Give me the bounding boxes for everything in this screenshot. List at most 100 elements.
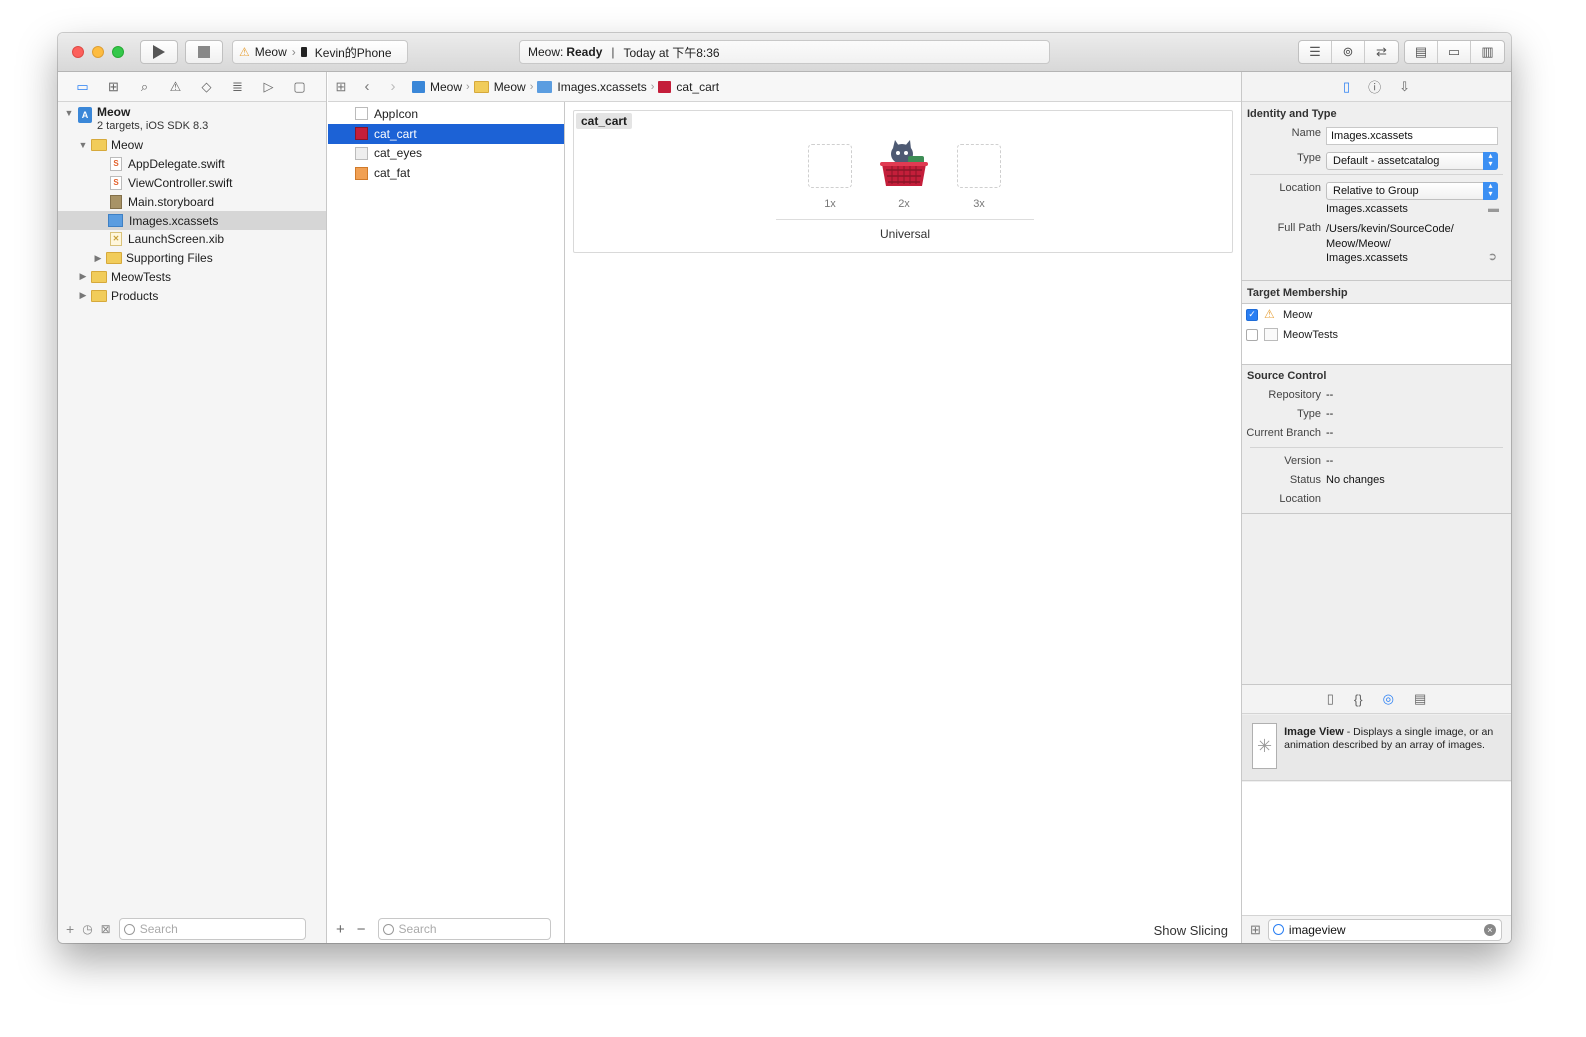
crumb-catalog[interactable]: Images.xcassets — [557, 80, 646, 94]
reveal-in-finder-icon[interactable]: ➲ — [1488, 250, 1497, 265]
breakpoint-navigator-tab-icon[interactable]: ▷ — [260, 79, 277, 95]
disclosure-closed-icon[interactable]: ▶ — [78, 271, 88, 282]
project-navigator-tab-icon[interactable]: ▭ — [74, 79, 91, 95]
asset-row-cat-fat[interactable]: cat_fat — [328, 163, 564, 183]
remove-icon[interactable]: − — [357, 921, 366, 938]
clear-search-icon[interactable]: × — [1483, 923, 1496, 936]
tree-row-viewcontroller[interactable]: S ViewController.swift — [58, 174, 326, 193]
file-inspector-tab-icon[interactable]: ▯ — [1343, 79, 1350, 95]
swift-file-icon: S — [110, 175, 122, 190]
code-snippet-library-icon[interactable]: {} — [1354, 692, 1363, 707]
tree-row-products[interactable]: ▶ Products — [58, 286, 326, 305]
tree-label: MeowTests — [111, 269, 172, 284]
version-editor-button[interactable]: ⇄ — [1365, 41, 1398, 63]
image-slot-2x[interactable] — [878, 140, 930, 192]
toggle-utilities-button[interactable]: ▥ — [1471, 41, 1504, 63]
tree-row-meow-group[interactable]: ▼ Meow — [58, 136, 326, 155]
asset-filter-placeholder: Search — [398, 922, 437, 936]
activity-app: Meow: — [528, 45, 564, 59]
crumb-group[interactable]: Meow — [494, 80, 526, 94]
folder-reveal-icon[interactable]: ▬ — [1488, 203, 1499, 215]
library-item-image-view[interactable]: ✳ Image View - Displays a single image, … — [1242, 715, 1511, 781]
asset-filter-field[interactable]: Search — [377, 918, 551, 940]
disclosure-open-icon[interactable]: ▼ — [78, 140, 88, 150]
activity-status: Ready — [566, 45, 603, 59]
asset-catalog-icon — [537, 80, 553, 93]
stop-icon — [198, 46, 210, 58]
checkbox-checked[interactable]: ✓ — [1246, 308, 1258, 321]
image-slot-3x[interactable] — [957, 144, 1001, 188]
library-filter-field[interactable]: imageview × — [1267, 918, 1502, 941]
location-popup[interactable]: Relative to Group ▴ ▾ — [1326, 182, 1498, 200]
forward-arrow-icon[interactable]: › — [380, 78, 406, 95]
debug-navigator-tab-icon[interactable]: ≣ — [229, 79, 246, 95]
stop-button[interactable] — [185, 40, 223, 64]
run-button[interactable] — [140, 40, 178, 64]
view-toggle-control: ▤ ▭ ▥ — [1404, 40, 1505, 64]
close-window-button[interactable] — [72, 46, 84, 58]
chevron-right-icon: › — [650, 80, 655, 93]
slot-label-3x: 3x — [973, 198, 985, 210]
toggle-debug-area-button[interactable]: ▭ — [1438, 41, 1471, 63]
file-template-library-icon[interactable]: ▯ — [1327, 691, 1334, 707]
type-popup[interactable]: Default - assetcatalog ▴ ▾ — [1326, 152, 1498, 170]
image-set-icon — [658, 80, 672, 93]
project-row[interactable]: ▼ A Meow 2 targets, iOS SDK 8.3 — [58, 103, 326, 136]
disclosure-closed-icon[interactable]: ▶ — [93, 253, 103, 264]
grid-view-toggle-icon[interactable]: ⊞ — [1250, 922, 1261, 938]
name-field[interactable]: Images.xcassets — [1326, 127, 1498, 145]
scm-filter-icon[interactable]: ⊠ — [101, 922, 111, 936]
right-panel-icon: ▥ — [1481, 44, 1494, 59]
checkbox-unchecked[interactable] — [1246, 328, 1258, 341]
back-arrow-icon[interactable]: ‹ — [354, 78, 380, 95]
recent-files-icon[interactable]: ◷ — [82, 922, 92, 936]
disclosure-open-icon[interactable]: ▼ — [64, 108, 74, 118]
breadcrumb: Meow › Meow › Images.xcassets › cat_cart — [412, 80, 719, 94]
related-items-icon[interactable]: ⊞ — [328, 79, 354, 95]
tree-label: Meow — [111, 138, 144, 153]
tree-row-launchscreen[interactable]: ✕ LaunchScreen.xib — [58, 230, 326, 249]
image-set-panel: cat_cart 1x 2x 3x Universal — [573, 110, 1233, 253]
show-slicing-button[interactable]: Show Slicing — [1154, 923, 1228, 938]
quick-help-tab-icon[interactable]: ⓘ — [1368, 77, 1381, 96]
tree-row-meowtests[interactable]: ▶ MeowTests — [58, 268, 326, 287]
folder-icon — [106, 252, 122, 265]
issue-navigator-tab-icon[interactable]: ⚠ — [167, 79, 184, 95]
image-slot-1x[interactable] — [808, 144, 852, 188]
identity-tab-icon[interactable]: ⇩ — [1399, 79, 1410, 95]
symbol-navigator-tab-icon[interactable]: ⊞ — [105, 79, 122, 95]
object-library-icon[interactable]: ◎ — [1383, 691, 1394, 707]
disclosure-closed-icon[interactable]: ▶ — [78, 290, 88, 301]
scheme-selector[interactable]: ⚠ Meow › Kevin的Phone — [232, 40, 408, 64]
find-navigator-tab-icon[interactable]: ⌕ — [136, 79, 153, 95]
crumb-project[interactable]: Meow — [430, 80, 462, 94]
assistant-editor-button[interactable]: ⊚ — [1332, 41, 1365, 63]
zoom-window-button[interactable] — [112, 46, 124, 58]
report-navigator-tab-icon[interactable]: ▢ — [291, 79, 308, 95]
image-view-icon: ✳ — [1252, 723, 1278, 769]
tree-row-main-storyboard[interactable]: Main.storyboard — [58, 192, 326, 211]
target-row-meow[interactable]: ✓ ⚠ Meow — [1242, 305, 1511, 325]
target-row-meowtests[interactable]: MeowTests — [1242, 325, 1511, 345]
media-library-icon[interactable]: ▤ — [1414, 691, 1426, 707]
tree-row-appdelegate[interactable]: S AppDelegate.swift — [58, 155, 326, 174]
standard-editor-button[interactable]: ☰ — [1299, 41, 1332, 63]
sc-type-value: -- — [1326, 407, 1334, 420]
asset-row-cat-cart[interactable]: cat_cart — [328, 123, 564, 144]
asset-catalog-icon — [108, 214, 123, 228]
folder-icon — [473, 80, 489, 93]
minimize-window-button[interactable] — [92, 46, 104, 58]
test-navigator-tab-icon[interactable]: ◇ — [198, 79, 215, 95]
add-icon[interactable]: + — [66, 921, 74, 937]
asset-label: cat_eyes — [374, 146, 423, 161]
asset-row-cat-eyes[interactable]: cat_eyes — [328, 144, 564, 164]
location-row: Location Relative to Group ▴ ▾ — [1242, 179, 1511, 200]
navigator-filter-field[interactable]: Search — [118, 918, 306, 940]
divider — [1250, 446, 1503, 448]
tree-row-images-xcassets[interactable]: Images.xcassets — [58, 211, 326, 230]
tree-row-supporting-files[interactable]: ▶ Supporting Files — [58, 249, 326, 268]
toggle-navigator-button[interactable]: ▤ — [1405, 41, 1438, 63]
crumb-imageset[interactable]: cat_cart — [676, 80, 719, 94]
add-icon[interactable]: + — [336, 921, 345, 938]
asset-row-appicon[interactable]: AppIcon — [328, 104, 564, 124]
